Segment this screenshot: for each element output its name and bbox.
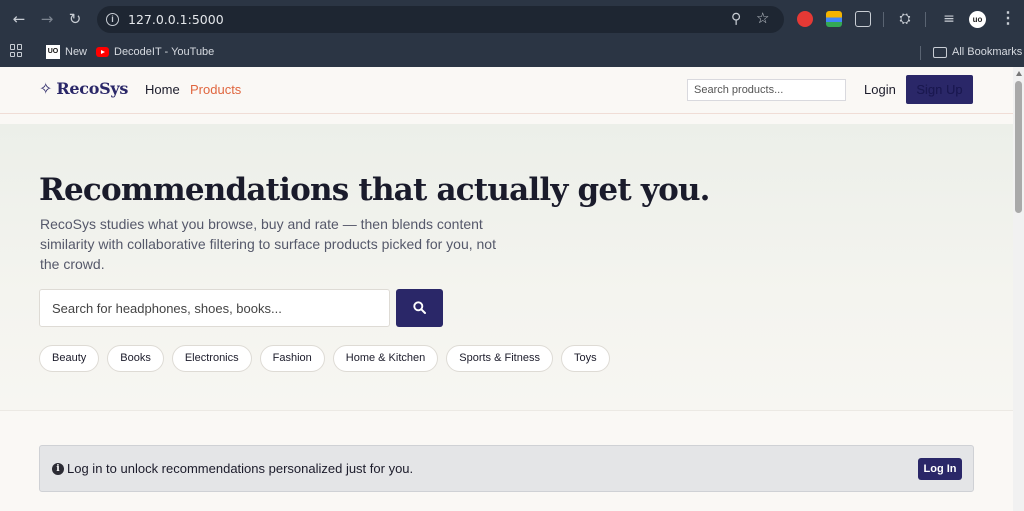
zoom-icon[interactable]: ⚲: [731, 11, 747, 27]
category-chip-sports-fitness[interactable]: Sports & Fitness: [446, 345, 553, 372]
apps-grid-icon[interactable]: [10, 44, 23, 57]
hero-title: Recommendations that actually get you.: [39, 172, 710, 208]
category-chip-books[interactable]: Books: [107, 345, 164, 372]
brand-name: RecoSys: [56, 79, 129, 98]
category-chip-home-kitchen[interactable]: Home & Kitchen: [332, 345, 439, 372]
page-viewport: ✧ RecoSys Home Products Login Sign Up Re…: [0, 67, 1013, 511]
incognito-icon[interactable]: ⛭: [897, 11, 913, 27]
nav-home-link[interactable]: Home: [145, 82, 180, 97]
bookmark-youtube[interactable]: DecodeIT - YouTube: [96, 43, 214, 61]
bookmark-label: New: [65, 46, 88, 58]
toolbar-divider: [925, 12, 926, 27]
all-bookmarks-label: All Bookmarks: [952, 46, 1023, 58]
category-chip-beauty[interactable]: Beauty: [39, 345, 100, 372]
folder-icon: [933, 46, 947, 58]
extension-red-icon[interactable]: [797, 11, 813, 27]
login-link[interactable]: Login: [864, 82, 896, 97]
browser-menu-icon[interactable]: ⋮: [1000, 9, 1016, 29]
uo-favicon-icon: UO: [46, 45, 60, 59]
category-chip-toys[interactable]: Toys: [560, 345, 610, 372]
address-bar[interactable]: i 127.0.0.1:5000 ⚲ ☆: [97, 6, 784, 33]
all-bookmarks-button[interactable]: All Bookmarks: [933, 43, 1022, 61]
alert-message: Log in to unlock recommendations persona…: [67, 461, 414, 476]
search-icon: [413, 301, 426, 314]
youtube-icon: [96, 47, 109, 57]
media-controls-icon[interactable]: ≡: [941, 11, 957, 27]
scroll-up-arrow-icon[interactable]: [1016, 71, 1022, 76]
bookmark-label: DecodeIT - YouTube: [114, 46, 215, 58]
page-scrollbar[interactable]: [1013, 67, 1024, 511]
category-chip-electronics[interactable]: Electronics: [171, 345, 252, 372]
magic-wand-icon: ✧: [39, 79, 53, 98]
profile-avatar[interactable]: uo: [969, 11, 986, 28]
hero-description: RecoSys studies what you browse, buy and…: [40, 216, 496, 272]
hero-search-button[interactable]: [396, 289, 443, 327]
signup-button[interactable]: Sign Up: [906, 75, 973, 104]
back-arrow-icon[interactable]: ←: [9, 9, 29, 29]
site-info-icon[interactable]: i: [106, 13, 119, 26]
hero-search-input[interactable]: [39, 289, 390, 327]
header-search-input[interactable]: [687, 79, 846, 101]
bookmark-star-icon[interactable]: ☆: [756, 9, 772, 27]
browser-toolbar: ← → ↻ i 127.0.0.1:5000 ⚲ ☆ ⛭ ≡ uo ⋮: [0, 0, 1024, 38]
reload-icon[interactable]: ↻: [65, 9, 85, 29]
bookmark-new[interactable]: UO New: [46, 43, 87, 61]
extension-colorful-icon[interactable]: [826, 11, 842, 27]
category-chips: Beauty Books Electronics Fashion Home & …: [39, 345, 610, 372]
bookmarks-divider: [920, 46, 921, 60]
hero-section: Recommendations that actually get you. R…: [0, 124, 1013, 411]
toolbar-divider: [883, 12, 884, 27]
nav-products-link[interactable]: Products: [190, 82, 241, 97]
forward-arrow-icon[interactable]: →: [37, 9, 57, 29]
url-text[interactable]: 127.0.0.1:5000: [128, 12, 224, 27]
scrollbar-thumb[interactable]: [1015, 81, 1022, 213]
brand-logo[interactable]: ✧ RecoSys: [39, 79, 128, 98]
alert-login-button[interactable]: Log In: [918, 458, 962, 480]
bookmarks-bar: UO New DecodeIT - YouTube All Bookmarks: [0, 38, 1024, 67]
login-alert: i Log in to unlock recommendations perso…: [39, 445, 974, 492]
category-chip-fashion[interactable]: Fashion: [259, 345, 325, 372]
site-header: ✧ RecoSys Home Products Login Sign Up: [0, 67, 1013, 114]
info-icon: i: [52, 463, 64, 475]
extensions-puzzle-icon[interactable]: [855, 11, 871, 27]
